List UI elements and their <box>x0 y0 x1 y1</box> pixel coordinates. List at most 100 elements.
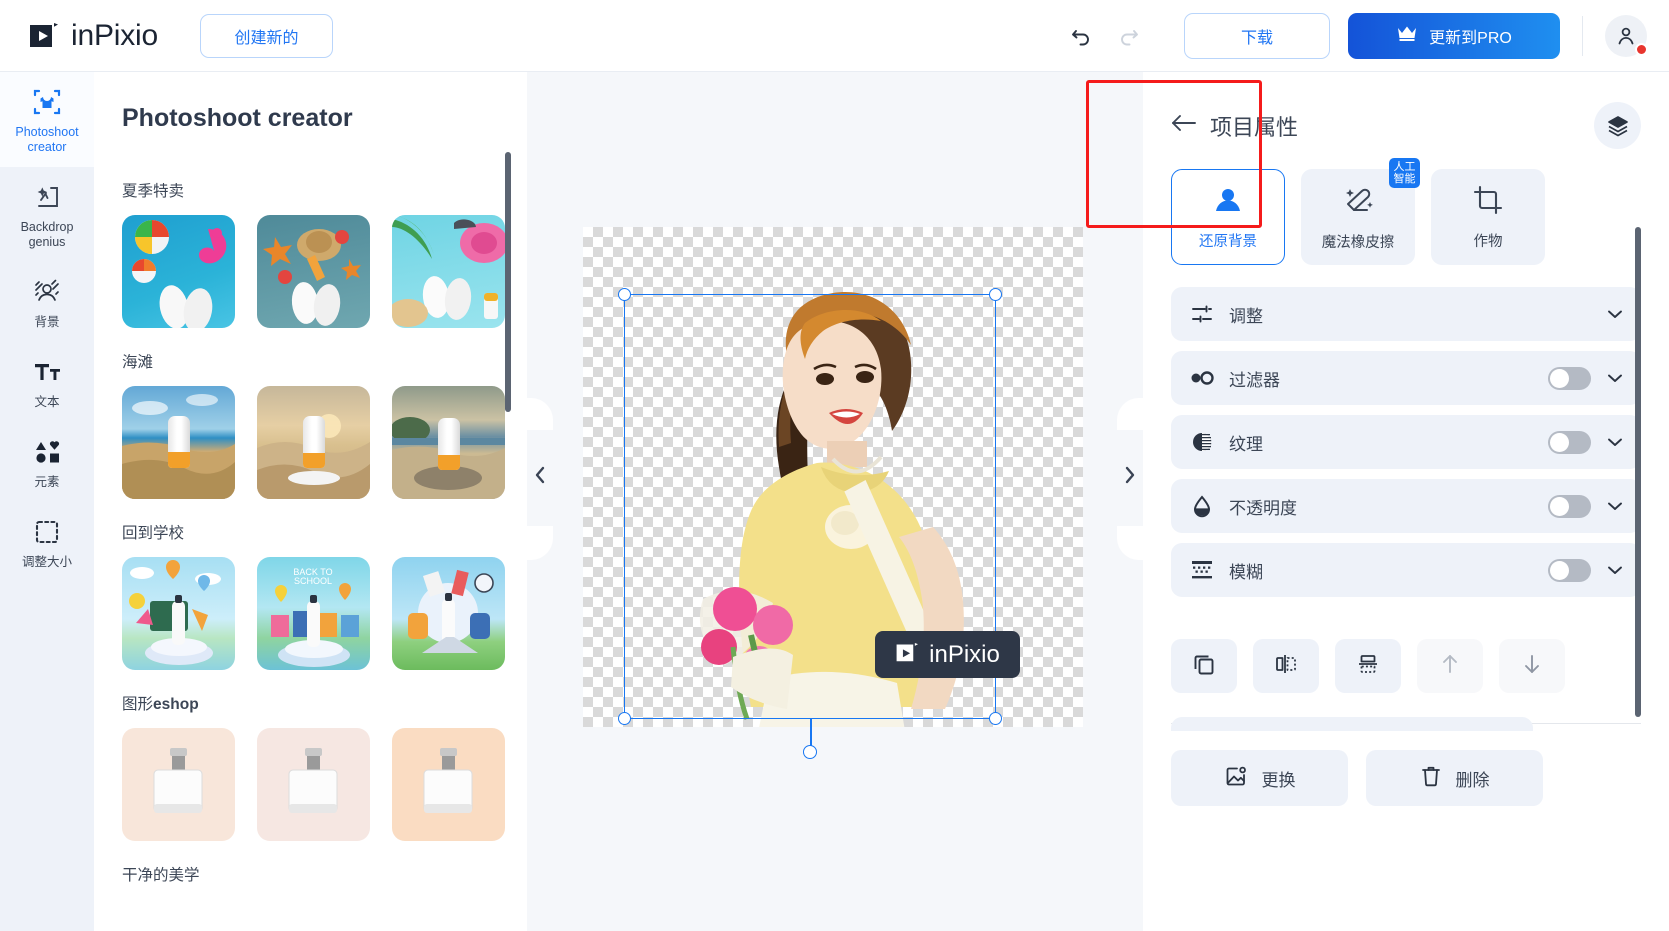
resize-handle-bottom-right[interactable] <box>989 712 1002 725</box>
undo-redo-group <box>1068 23 1142 49</box>
chevron-left-icon <box>533 465 547 491</box>
move-down-button[interactable] <box>1499 639 1565 693</box>
user-avatar-icon[interactable] <box>1605 14 1648 57</box>
tool-magic-eraser[interactable]: 人工智能 魔法橡皮擦 <box>1301 158 1420 265</box>
delete-button[interactable]: 删除 <box>1366 750 1543 806</box>
chevron-down-icon[interactable] <box>1607 563 1623 578</box>
play-logo-icon <box>895 639 922 671</box>
chevron-down-icon[interactable] <box>1607 371 1623 386</box>
template-scrollbar[interactable] <box>505 152 511 412</box>
collapse-right-panel-button[interactable] <box>1117 430 1143 526</box>
layers-stack-icon[interactable] <box>1594 102 1641 149</box>
trash-icon <box>1420 764 1442 793</box>
resize-handle-top-right[interactable] <box>989 288 1002 301</box>
replace-label: 更换 <box>1261 770 1296 790</box>
template-thumb[interactable] <box>257 728 370 841</box>
notification-dot <box>1635 42 1648 56</box>
flip-vertical-icon <box>1356 652 1380 681</box>
shapes-elements-icon <box>32 436 62 468</box>
toggle-knob <box>1550 496 1569 516</box>
template-thumb[interactable] <box>122 386 235 499</box>
template-row <box>122 386 527 499</box>
template-row <box>122 728 527 841</box>
replace-image-icon <box>1224 764 1248 793</box>
rotate-handle[interactable] <box>803 745 817 759</box>
property-label: 模糊 <box>1229 562 1263 582</box>
resize-handle-bottom-left[interactable] <box>618 712 631 725</box>
texture-toggle[interactable] <box>1548 430 1591 454</box>
sidebar-item-resize[interactable]: 调整大小 <box>0 502 94 582</box>
redo-arrow-icon[interactable] <box>1116 23 1142 49</box>
play-logo-icon <box>28 19 62 53</box>
canvas-area[interactable]: inPixio <box>527 72 1143 931</box>
thumb-art <box>257 728 370 841</box>
undo-arrow-icon[interactable] <box>1068 23 1094 49</box>
duplicate-icon <box>1192 652 1216 681</box>
property-row-texture[interactable]: 纹理 <box>1171 415 1641 469</box>
sidebar-item-text[interactable]: 文本 <box>0 342 94 422</box>
arrow-left-icon[interactable] <box>1171 113 1197 138</box>
template-thumb[interactable] <box>257 386 370 499</box>
filter-toggle[interactable] <box>1548 366 1591 390</box>
tshirt-frame-icon <box>32 86 62 118</box>
sidebar-item-background[interactable]: 背景 <box>0 262 94 342</box>
template-thumb[interactable] <box>392 557 505 670</box>
property-label: 调整 <box>1229 306 1263 326</box>
template-thumb[interactable] <box>257 215 370 328</box>
upgrade-pro-button[interactable]: 更新到PRO <box>1348 12 1560 59</box>
tool-buttons: 还原背景 人工智能 魔法橡皮擦 作物 <box>1143 149 1669 265</box>
flip-vertical-button[interactable] <box>1335 639 1401 693</box>
toggle-knob <box>1550 560 1569 580</box>
panel-bottom-actions: 更换 删除 <box>1143 724 1669 806</box>
tool-crop[interactable]: 作物 <box>1431 169 1545 265</box>
chevron-down-icon[interactable] <box>1607 499 1623 514</box>
collapse-left-panel-button[interactable] <box>527 430 553 526</box>
text-tt-icon <box>32 356 62 388</box>
page-title: Photoshoot creator <box>122 104 353 132</box>
create-new-button[interactable]: 创建新的 <box>199 13 333 58</box>
flip-horizontal-button[interactable] <box>1253 639 1319 693</box>
template-thumb[interactable] <box>122 557 235 670</box>
sidebar-item-photoshoot-creator[interactable]: Photoshoot creator <box>0 72 94 167</box>
opacity-toggle[interactable] <box>1548 494 1591 518</box>
download-button[interactable]: 下载 <box>1184 12 1330 59</box>
properties-scrollbar[interactable] <box>1635 227 1641 717</box>
sidebar-item-label: 文本 <box>34 395 60 409</box>
property-row-blur[interactable]: 模糊 <box>1171 543 1641 597</box>
duplicate-button[interactable] <box>1171 639 1237 693</box>
thumb-art <box>257 386 370 499</box>
sidebar-item-elements[interactable]: 元素 <box>0 422 94 502</box>
property-row-filter[interactable]: 过滤器 <box>1171 351 1641 405</box>
template-thumb[interactable] <box>392 728 505 841</box>
rotate-connector <box>810 718 812 746</box>
tool-restore-background[interactable]: 还原背景 <box>1171 169 1285 265</box>
sidebar-item-backdrop-genius[interactable]: Backdrop genius <box>0 167 94 262</box>
replace-button[interactable]: 更换 <box>1171 750 1348 806</box>
delete-label: 删除 <box>1455 770 1490 790</box>
thumb-art <box>392 728 505 841</box>
template-thumb[interactable] <box>392 386 505 499</box>
move-up-button[interactable] <box>1417 639 1483 693</box>
template-thumb[interactable] <box>122 728 235 841</box>
sidebar-item-label: 元素 <box>34 475 60 489</box>
property-row-partial-bg <box>1171 717 1533 731</box>
watermark-text: inPixio <box>929 640 1000 668</box>
blur-toggle[interactable] <box>1548 558 1591 582</box>
template-thumb[interactable] <box>392 215 505 328</box>
toggle-knob <box>1550 432 1569 452</box>
chevron-down-icon[interactable] <box>1607 307 1623 322</box>
template-thumb[interactable] <box>122 215 235 328</box>
chevron-down-icon[interactable] <box>1607 435 1623 450</box>
sliders-icon <box>1189 302 1215 326</box>
watermark-badge: inPixio <box>875 631 1020 678</box>
create-new-label: 创建新的 <box>234 29 299 47</box>
resize-handle-top-left[interactable] <box>618 288 631 301</box>
opacity-drop-icon <box>1189 494 1215 518</box>
properties-header: 项目属性 <box>1143 72 1669 149</box>
header-divider <box>1582 15 1583 56</box>
download-label: 下载 <box>1240 29 1273 47</box>
template-thumb[interactable]: BACK TO SCHOOL <box>257 557 370 670</box>
property-row-adjust[interactable]: 调整 <box>1171 287 1641 341</box>
thumb-art <box>122 557 235 670</box>
property-row-opacity[interactable]: 不透明度 <box>1171 479 1641 533</box>
